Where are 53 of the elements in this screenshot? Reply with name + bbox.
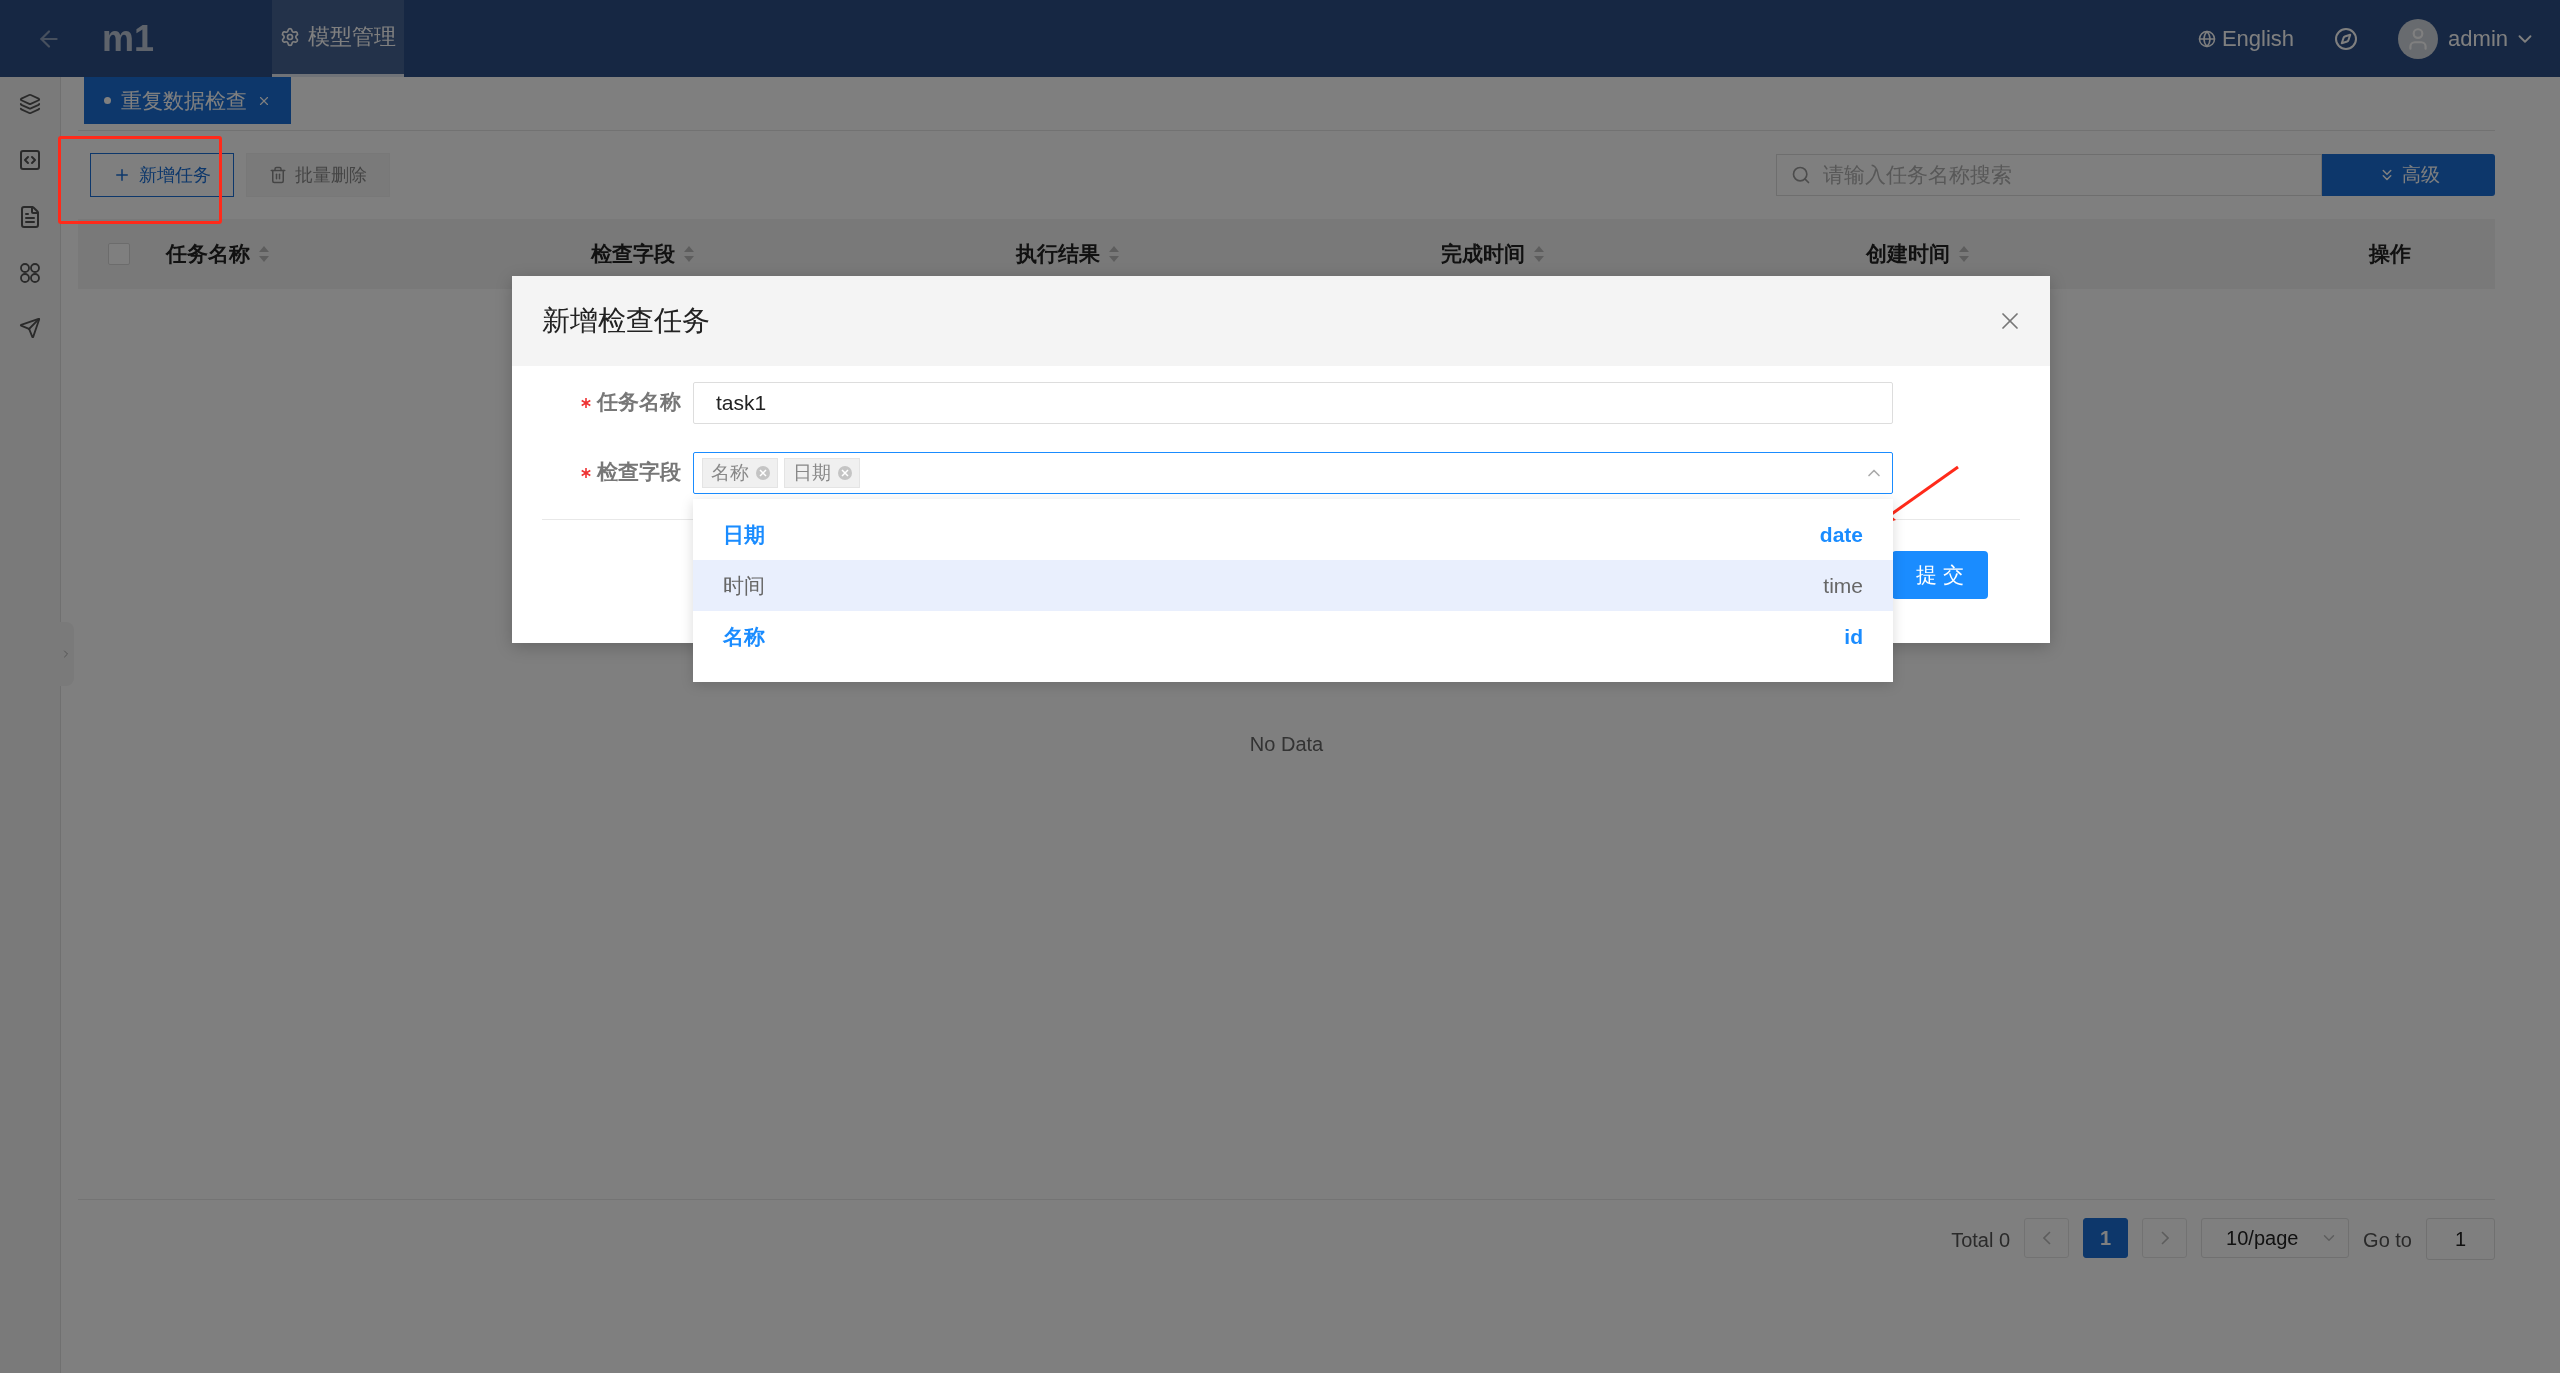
total-count: Total 0	[1951, 1228, 2011, 1253]
page-button[interactable]: 1	[2083, 1218, 2129, 1258]
field-label: 检查字段	[542, 452, 693, 492]
page-size-select[interactable]: 10/page	[2201, 1218, 2350, 1258]
dot-icon	[104, 97, 111, 104]
prev-button[interactable]	[2024, 1218, 2070, 1258]
submit-button[interactable]: 提 交	[1892, 551, 1988, 599]
remove-icon[interactable]	[755, 465, 771, 481]
goto-field[interactable]: 1	[2426, 1218, 2495, 1260]
code-icon[interactable]	[18, 148, 42, 172]
send-icon[interactable]	[19, 317, 41, 339]
search-icon	[1791, 165, 1811, 185]
goto-label: Go to	[2363, 1228, 2412, 1253]
collapse-handle[interactable]	[60, 622, 74, 686]
column-header: 任务名称	[166, 241, 250, 267]
next-button[interactable]	[2142, 1218, 2188, 1258]
dialog-title: 新增检查任务	[542, 304, 710, 338]
remove-icon[interactable]	[837, 465, 853, 481]
chevron-right-icon	[2160, 1231, 2169, 1245]
sort-icon[interactable]	[1533, 244, 1545, 264]
column-header: 完成时间	[1441, 241, 1525, 267]
sort-icon[interactable]	[1108, 244, 1120, 264]
page-tab[interactable]: 重复数据检查	[84, 77, 291, 124]
empty-message: No Data	[1249, 732, 1324, 756]
layers-icon[interactable]	[19, 93, 41, 115]
sort-icon[interactable]	[683, 244, 695, 264]
plus-icon	[113, 166, 131, 184]
chevron-left-icon	[2042, 1231, 2051, 1245]
dropdown-option[interactable]: 日期 date	[693, 509, 1893, 560]
app-title: m1	[102, 17, 156, 60]
gear-icon	[280, 27, 300, 47]
advanced-button[interactable]: 高级	[2322, 154, 2495, 196]
field-label: 任务名称	[542, 382, 693, 422]
column-header: 执行结果	[1016, 241, 1100, 267]
language-link[interactable]: English	[2221, 25, 2295, 52]
tag: 名称	[702, 458, 778, 488]
tag: 日期	[784, 458, 860, 488]
input-field[interactable]: task1	[693, 382, 1893, 424]
sort-icon[interactable]	[258, 244, 270, 264]
trash-icon	[269, 166, 287, 184]
column-header: 操作	[2369, 241, 2411, 267]
document-icon[interactable]	[18, 205, 42, 229]
avatar[interactable]	[2398, 18, 2439, 59]
user-name[interactable]: admin	[2448, 25, 2508, 52]
globe-icon[interactable]	[2197, 29, 2216, 48]
column-header: 检查字段	[591, 241, 675, 267]
grid-icon[interactable]	[19, 262, 41, 284]
compass-icon[interactable]	[2334, 26, 2359, 51]
dropdown-option[interactable]: 时间 time	[693, 560, 1893, 611]
add-task-button[interactable]: 新增任务	[90, 153, 234, 197]
column-header: 创建时间	[1866, 241, 1950, 267]
sort-icon[interactable]	[1958, 244, 1970, 264]
dropdown-option[interactable]: 名称 id	[693, 611, 1893, 662]
